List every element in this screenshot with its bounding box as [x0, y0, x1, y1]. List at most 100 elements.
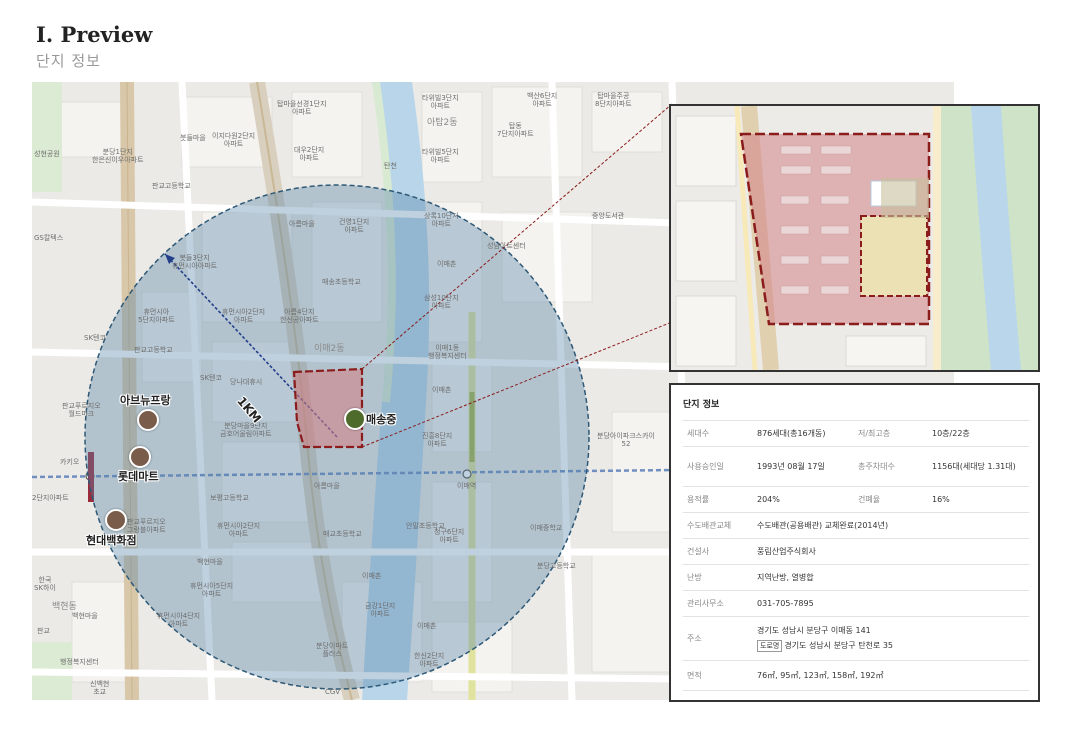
- road-address: 경기도 성남시 분당구 탄천로 35: [784, 641, 893, 650]
- map-place-label: SK텐코: [84, 334, 106, 342]
- map-place-label: 건영1단지 아파트: [339, 218, 370, 234]
- info-value: 수도배관(공용배관) 교체완료(2014년): [755, 512, 1029, 539]
- avenue-france-marker[interactable]: [137, 409, 159, 431]
- map-place-label: 이매2동: [314, 344, 345, 354]
- page-subtitle: 단지 정보: [36, 52, 101, 70]
- map-place-label: 타위빌3단지 아파트: [422, 94, 459, 110]
- map-place-label: 이매촌: [437, 260, 457, 268]
- map-place-label: 성남아트센터: [487, 242, 526, 250]
- map-place-label: 백현동: [52, 602, 77, 612]
- site-zoom-inset[interactable]: [669, 104, 1040, 372]
- map-place-label: 분당1단지 한은신이우아파트: [92, 148, 144, 164]
- map-place-label: 분당이마트 플러스: [316, 642, 349, 658]
- map-place-label: 탑마을주공 8단지아파트: [595, 92, 632, 108]
- map-place-label: 봇들3단지 휴먼시아아파트: [172, 254, 218, 270]
- hyundai-dept-label: 현대백화점: [86, 534, 137, 547]
- table-row: 세대수 876세대(총16개동) 저/최고층 10층/22층: [683, 420, 1029, 447]
- info-key: 주소: [683, 616, 755, 661]
- school-marker-label: 매송중: [366, 413, 397, 426]
- map-place-label: 보평고등학교: [210, 494, 249, 502]
- map-place-label: 신백현 초교: [90, 680, 110, 696]
- info-value: 풍림산업주식회사: [755, 538, 1029, 565]
- hyundai-dept-marker[interactable]: [105, 509, 127, 531]
- map-place-label: 카키오: [60, 458, 80, 466]
- map-place-label: 휴먼시아2단지 아파트: [217, 522, 261, 538]
- map-place-label: 판교: [37, 627, 50, 635]
- info-key: 사용승인일: [683, 446, 755, 487]
- info-value: 16%: [930, 486, 1029, 513]
- map-place-label: 금강1단지 아파트: [365, 602, 396, 618]
- table-row: 수도배관교체 수도배관(공용배관) 교체완료(2014년): [683, 512, 1029, 539]
- table-row: 면적 76㎡, 95㎡, 123㎡, 158㎡, 192㎡: [683, 660, 1029, 691]
- map-place-label: 삼성10단지 아파트: [424, 294, 459, 310]
- info-key: 건폐율: [854, 486, 930, 513]
- map-place-label: CGV: [325, 688, 341, 696]
- map-place-label: 이매촌: [362, 572, 382, 580]
- map-place-label: 판교고등학교: [134, 346, 173, 354]
- map-place-label: 휴먼시아5단지 아파트: [190, 582, 234, 598]
- table-row: 건설사 풍림산업주식회사: [683, 538, 1029, 565]
- page-title: Ⅰ. Preview: [36, 22, 153, 47]
- map-place-label: 이매1동 행정복지센터: [428, 344, 467, 360]
- map-place-label: 분당고등학교: [537, 562, 576, 570]
- map-place-label: SK텐코: [200, 374, 222, 382]
- school-marker[interactable]: [344, 408, 366, 430]
- map-place-label: 판교고등학교: [152, 182, 191, 190]
- map-place-label: 이매촌: [417, 622, 437, 630]
- jibun-address: 경기도 성남시 분당구 이매동 141: [757, 626, 871, 635]
- info-value: 876세대(총16개동): [755, 420, 854, 447]
- info-panel-title: 단지 정보: [683, 400, 720, 410]
- info-value: 1993년 08월 17일: [755, 446, 854, 487]
- info-value: 1156대(세대당 1.31대): [930, 446, 1029, 487]
- table-row: 주소 경기도 성남시 분당구 이매동 141 도로명 경기도 성남시 분당구 탄천…: [683, 616, 1029, 661]
- map-place-label: 한신2단지 아파트: [414, 652, 445, 668]
- map-place-label: 대우2단지 아파트: [294, 146, 325, 162]
- info-key: 용적률: [683, 486, 755, 513]
- map-place-label: 휴먼시아4단지 아파트: [157, 612, 201, 628]
- map-place-label: 판교푸르지오 월드마크: [62, 402, 101, 418]
- map-place-label: 백현마을: [72, 612, 98, 620]
- info-key: 총주차대수: [854, 446, 930, 487]
- map-place-label: 백현마을: [197, 558, 223, 566]
- road-name-tag: 도로명: [757, 640, 783, 652]
- map-place-label: 이매촌: [432, 386, 452, 394]
- table-row: 사용승인일 1993년 08월 17일 총주차대수 1156대(세대당 1.31…: [683, 446, 1029, 487]
- map-place-label: 성현공원: [34, 150, 60, 158]
- map-place-label: 탄천: [384, 162, 397, 170]
- info-key: 수도배관교체: [683, 512, 755, 539]
- info-key: 세대수: [683, 420, 755, 447]
- address-cell: 경기도 성남시 분당구 이매동 141 도로명 경기도 성남시 분당구 탄천로 3…: [755, 616, 1029, 661]
- map-place-label: 아탑2동: [427, 118, 458, 128]
- info-key: 관리사무소: [683, 590, 755, 617]
- complex-info-panel: 단지 정보 세대수 876세대(총16개동) 저/최고층 10층/22층 사용승…: [669, 383, 1040, 702]
- map-place-label: 타위빌5단지 아파트: [422, 148, 459, 164]
- map-place-label: 분당마을9단지 금호어울림아파트: [220, 422, 272, 438]
- map-place-label: 이매역: [457, 482, 477, 490]
- map-place-label: 한국 SK하이: [34, 576, 56, 592]
- info-value: 10층/22층: [930, 420, 1029, 447]
- info-key: 난방: [683, 564, 755, 591]
- info-value: 지역난방, 열병합: [755, 564, 1029, 591]
- info-key: 건설사: [683, 538, 755, 565]
- table-row: 관리사무소 031-705-7895: [683, 590, 1029, 617]
- inset-canvas: [671, 106, 1038, 370]
- map-place-label: 매교초등학교: [323, 530, 362, 538]
- map-place-label: 탑마을선경1단지 아파트: [277, 100, 327, 116]
- info-value: 76㎡, 95㎡, 123㎡, 158㎡, 192㎡: [755, 660, 1029, 691]
- info-key: 면적: [683, 660, 755, 691]
- map-place-label: 매송초등학교: [322, 278, 361, 286]
- map-place-label: 진흥8단지 아파트: [422, 432, 453, 448]
- map-place-label: 이매중학교: [530, 524, 563, 532]
- map-place-label: 행정복지센터: [60, 658, 99, 666]
- map-place-label: 백산6단지 아파트: [527, 92, 558, 108]
- info-value: 031-705-7895: [755, 590, 1029, 617]
- map-place-label: 탑동 7단지아파트: [497, 122, 534, 138]
- avenue-france-label: 아브뉴프랑: [120, 394, 171, 407]
- table-row: 난방 지역난방, 열병합: [683, 564, 1029, 591]
- map-place-label: 상록10단지 아파트: [424, 212, 459, 228]
- info-key: 저/최고층: [854, 420, 930, 447]
- map-place-label: 휴먼시아 5단지아파트: [138, 308, 175, 324]
- lotte-mart-marker[interactable]: [129, 446, 151, 468]
- map-place-label: 붓들마을: [180, 134, 206, 142]
- complex-info-table: 세대수 876세대(총16개동) 저/최고층 10층/22층 사용승인일 199…: [683, 420, 1029, 691]
